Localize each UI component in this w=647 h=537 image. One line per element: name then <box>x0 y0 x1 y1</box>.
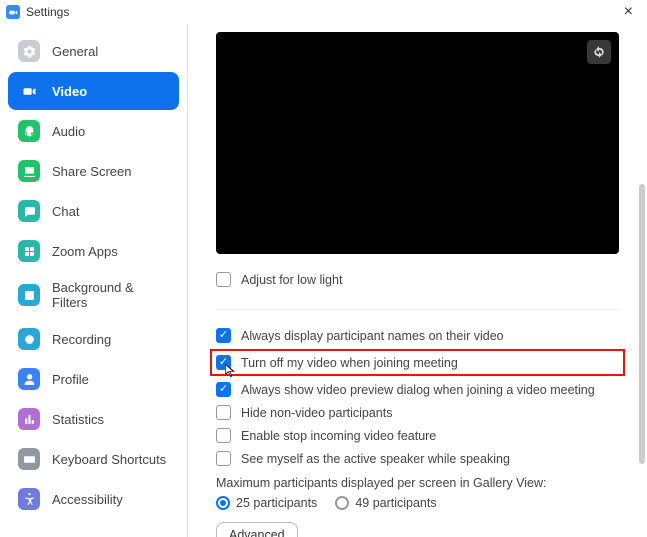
always-preview-checkbox[interactable] <box>216 382 231 397</box>
turn-off-video-join-checkbox[interactable] <box>216 355 231 370</box>
sidebar-item-keyboard-shortcuts[interactable]: Keyboard Shortcuts <box>8 440 179 478</box>
gear-icon <box>18 40 40 62</box>
zoom-app-icon <box>6 5 20 19</box>
sidebar-item-label: Audio <box>52 124 85 139</box>
adjust-low-light-label: Adjust for low light <box>241 273 342 287</box>
audio-icon <box>18 120 40 142</box>
apps-icon <box>18 240 40 262</box>
gallery-49-radio[interactable] <box>335 496 349 510</box>
sidebar-item-label: Background & Filters <box>52 280 169 310</box>
gallery-25-radio[interactable] <box>216 496 230 510</box>
sidebar-item-label: Statistics <box>52 412 104 427</box>
stats-icon <box>18 408 40 430</box>
rec-icon <box>18 328 40 350</box>
accessibility-icon <box>18 488 40 510</box>
sidebar-item-label: Accessibility <box>52 492 123 507</box>
sidebar-item-audio[interactable]: Audio <box>8 112 179 150</box>
enable-stop-incoming-checkbox[interactable] <box>216 428 231 443</box>
sidebar-item-label: Video <box>52 84 87 99</box>
see-myself-speaker-label: See myself as the active speaker while s… <box>241 452 510 466</box>
close-icon[interactable]: × <box>618 4 639 20</box>
highlighted-setting: Turn off my video when joining meeting <box>210 349 625 376</box>
sidebar-item-profile[interactable]: Profile <box>8 360 179 398</box>
sidebar-item-share-screen[interactable]: Share Screen <box>8 152 179 190</box>
gallery-25-label: 25 participants <box>236 496 317 510</box>
sidebar-item-video[interactable]: Video <box>8 72 179 110</box>
rotate-camera-button[interactable] <box>587 40 611 64</box>
video-icon <box>18 80 40 102</box>
chat-icon <box>18 200 40 222</box>
sidebar-item-general[interactable]: General <box>8 32 179 70</box>
video-preview <box>216 32 619 254</box>
gallery-49-label: 49 participants <box>355 496 436 510</box>
settings-sidebar: General Video Audio Share Screen Chat Zoom Ap… <box>0 24 188 537</box>
settings-content: Adjust for low light Always display part… <box>188 24 647 537</box>
always-display-names-label: Always display participant names on thei… <box>241 329 504 343</box>
sidebar-item-accessibility[interactable]: Accessibility <box>8 480 179 518</box>
enable-stop-incoming-label: Enable stop incoming video feature <box>241 429 436 443</box>
sidebar-item-label: Share Screen <box>52 164 132 179</box>
hide-nonvideo-checkbox[interactable] <box>216 405 231 420</box>
always-display-names-checkbox[interactable] <box>216 328 231 343</box>
see-myself-speaker-checkbox[interactable] <box>216 451 231 466</box>
sidebar-item-background-filters[interactable]: Background & Filters <box>8 272 179 318</box>
sidebar-item-label: Chat <box>52 204 79 219</box>
hide-nonvideo-label: Hide non-video participants <box>241 406 392 420</box>
sidebar-item-zoom-apps[interactable]: Zoom Apps <box>8 232 179 270</box>
share-icon <box>18 160 40 182</box>
window-title: Settings <box>26 5 69 19</box>
sidebar-item-label: Recording <box>52 332 111 347</box>
sidebar-item-chat[interactable]: Chat <box>8 192 179 230</box>
bg-icon <box>18 284 40 306</box>
profile-icon <box>18 368 40 390</box>
sidebar-item-label: Keyboard Shortcuts <box>52 452 166 467</box>
always-preview-label: Always show video preview dialog when jo… <box>241 383 595 397</box>
gallery-view-label: Maximum participants displayed per scree… <box>216 470 619 494</box>
scrollbar[interactable] <box>639 184 645 464</box>
sidebar-item-recording[interactable]: Recording <box>8 320 179 358</box>
sidebar-item-label: General <box>52 44 98 59</box>
sidebar-item-label: Profile <box>52 372 89 387</box>
sidebar-item-statistics[interactable]: Statistics <box>8 400 179 438</box>
sidebar-item-label: Zoom Apps <box>52 244 118 259</box>
turn-off-video-join-label: Turn off my video when joining meeting <box>241 356 458 370</box>
keyboard-icon <box>18 448 40 470</box>
adjust-low-light-checkbox[interactable] <box>216 272 231 287</box>
advanced-button[interactable]: Advanced <box>216 522 298 537</box>
